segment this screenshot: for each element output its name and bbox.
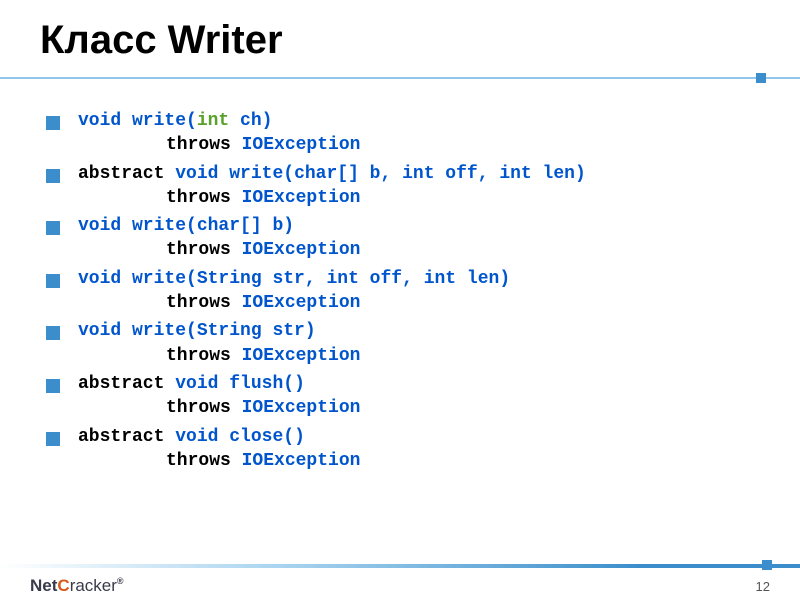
throws-clause: throws IOException — [78, 291, 760, 315]
list-item: abstract void flush()throws IOException — [46, 372, 760, 421]
method-signature: void write(int ch) — [78, 109, 760, 133]
footer-divider — [0, 562, 800, 570]
method-signature: void write(char[] b) — [78, 214, 760, 238]
list-item: void write(char[] b)throws IOException — [46, 214, 760, 263]
method-signature: void write(String str) — [78, 319, 760, 343]
page-title: Класс Writer — [40, 18, 760, 63]
page-number: 12 — [756, 579, 770, 594]
logo: NetCracker® — [30, 576, 124, 596]
throws-clause: throws IOException — [78, 396, 760, 420]
throws-clause: throws IOException — [78, 133, 760, 157]
list-item: void write(int ch)throws IOException — [46, 109, 760, 158]
throws-clause: throws IOException — [78, 449, 760, 473]
footer: NetCracker® 12 — [0, 572, 800, 596]
logo-net: Net — [30, 576, 57, 595]
logo-reg: ® — [117, 576, 124, 586]
method-signature: abstract void write(char[] b, int off, i… — [78, 162, 760, 186]
throws-clause: throws IOException — [78, 344, 760, 368]
list-item: void write(String str, int off, int len)… — [46, 267, 760, 316]
list-item: abstract void close()throws IOException — [46, 425, 760, 474]
list-item: void write(String str)throws IOException — [46, 319, 760, 368]
method-signature: void write(String str, int off, int len) — [78, 267, 760, 291]
logo-c: C — [57, 576, 69, 595]
methods-list-container: void write(int ch)throws IOExceptionabst… — [40, 109, 760, 473]
list-item: abstract void write(char[] b, int off, i… — [46, 162, 760, 211]
throws-clause: throws IOException — [78, 186, 760, 210]
throws-clause: throws IOException — [78, 238, 760, 262]
methods-list: void write(int ch)throws IOExceptionabst… — [46, 109, 760, 473]
method-signature: abstract void flush() — [78, 372, 760, 396]
logo-racker: racker — [70, 576, 117, 595]
method-signature: abstract void close() — [78, 425, 760, 449]
title-divider — [40, 73, 760, 85]
